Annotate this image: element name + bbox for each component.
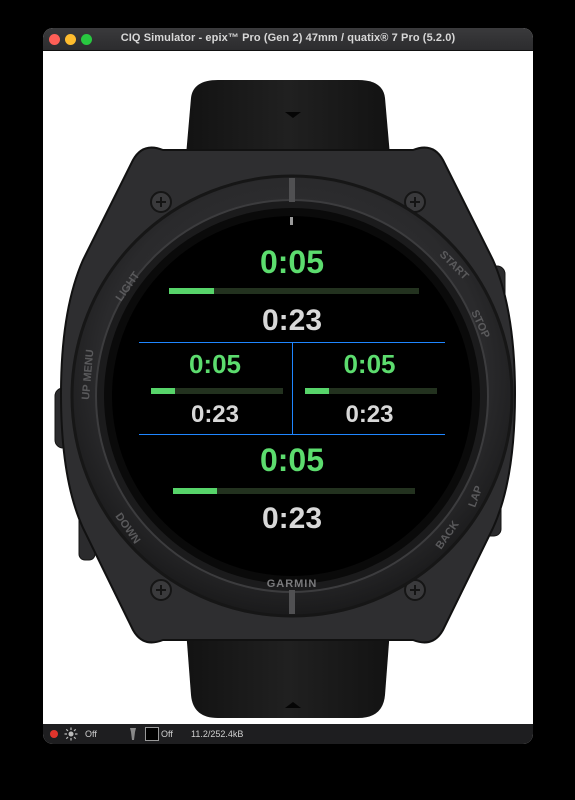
flashlight-toggle-box[interactable] [145, 727, 159, 741]
flashlight-icon[interactable] [127, 727, 139, 741]
top-elapsed-value: 0:23 [261, 304, 323, 337]
data-screen: 0:05 0:23 0:05 0:23 0:05 0:23 0:05 0:23 [139, 226, 445, 540]
middle-right-elapsed-value: 0:23 [345, 401, 394, 428]
divider-vertical [292, 342, 293, 434]
flashlight-state: Off [161, 729, 173, 739]
brand-logo: GARMIN [267, 578, 318, 590]
window-title: CIQ Simulator - epix™ Pro (Gen 2) 47mm /… [120, 32, 456, 44]
divider-lower [139, 434, 445, 435]
backlight-state: Off [85, 729, 97, 739]
bottom-timer-value: 0:05 [259, 442, 325, 478]
middle-left-progress-bar [151, 388, 283, 394]
bottom-elapsed-value: 0:23 [261, 502, 323, 535]
status-bar: Off Off 11.2/252.4kB [43, 724, 533, 744]
middle-left-timer-value: 0:05 [188, 349, 242, 379]
bottom-progress-bar [173, 488, 415, 494]
simulator-window: CIQ Simulator - epix™ Pro (Gen 2) 47mm /… [43, 28, 533, 744]
middle-right-timer-value: 0:05 [343, 349, 396, 379]
title-bar[interactable]: CIQ Simulator - epix™ Pro (Gen 2) 47mm /… [43, 28, 533, 51]
top-progress-bar [169, 288, 419, 294]
memory-usage: 11.2/252.4kB [191, 729, 244, 739]
backlight-sun-icon[interactable] [64, 727, 78, 741]
middle-right-progress-bar [305, 388, 437, 394]
middle-left-elapsed-value: 0:23 [190, 401, 240, 428]
record-indicator-icon [50, 730, 58, 738]
top-timer-value: 0:05 [259, 244, 325, 280]
